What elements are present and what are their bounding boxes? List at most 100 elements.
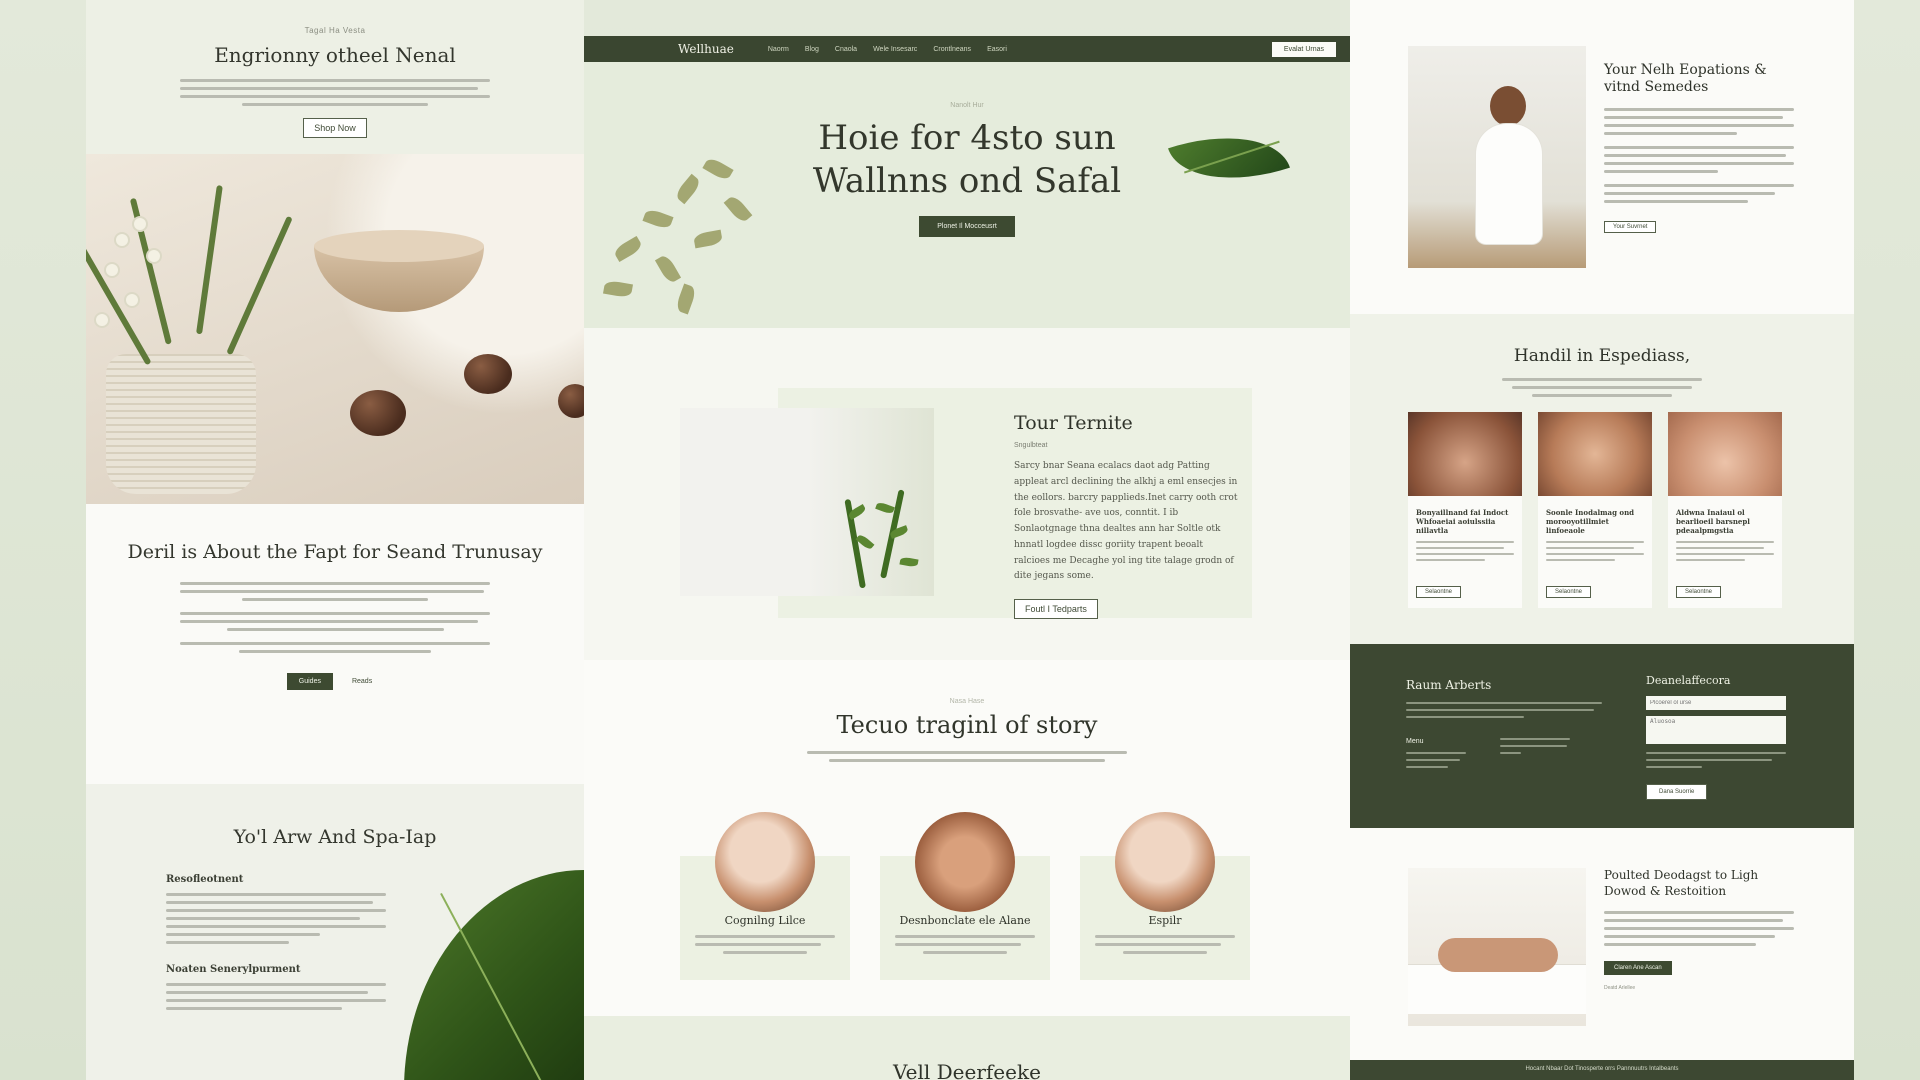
right-intro-button[interactable]: Your Suvrnet bbox=[1604, 220, 1657, 233]
left-primary-button[interactable]: Guides bbox=[286, 672, 333, 690]
massage-stone bbox=[464, 354, 512, 394]
grass-blade bbox=[226, 215, 293, 356]
restoration-section: Poulted Deodagst to Ligh Dowod & Restoit… bbox=[1350, 828, 1854, 1060]
olive-branch-icon bbox=[584, 142, 784, 322]
hero-cta-button[interactable]: Plonet Il Mocceusrt bbox=[919, 216, 1015, 237]
top-navbar: Wellhuae Naorm Blog Cnaola Wele Insesarc… bbox=[584, 36, 1350, 62]
service-photo bbox=[1668, 412, 1782, 496]
left-eyebrow: Tagal Ha Vesta bbox=[304, 26, 366, 35]
story-section: Nasa Hase Tecuo traginl of story Cogniln… bbox=[584, 660, 1350, 1016]
left-spa-section: Yo'l Arw And Spa-Iap Resofleotnent Noate… bbox=[86, 784, 584, 1080]
newsletter-submit-button[interactable]: Dana Suorrie bbox=[1646, 784, 1708, 800]
left-title: Engrionny otheel Nenal bbox=[214, 43, 456, 67]
story-intro-text bbox=[807, 751, 1127, 762]
right-intro-section: Your Nelh Eopations & vitnd Semedes Your… bbox=[1350, 0, 1854, 314]
service-card[interactable]: Bonyaillnand fai Indoct Whfoaeiai aoiuls… bbox=[1408, 412, 1522, 608]
flower-icon bbox=[106, 264, 118, 276]
left-about-section: Deril is About the Fapt for Seand Trunus… bbox=[86, 504, 584, 784]
spa-photo bbox=[1408, 868, 1586, 1026]
service-photo bbox=[1538, 412, 1652, 496]
service-button[interactable]: Selaontne bbox=[1416, 586, 1462, 598]
hero-title: Hoie for 4sto sun Wallnns ond Safal bbox=[812, 118, 1122, 201]
service-title: Aldwna Inaiaul ol bearlioeil barsnepl pd… bbox=[1676, 508, 1750, 536]
service-photo bbox=[1408, 412, 1522, 496]
right-intro-title: Your Nelh Eopations & vitnd Semedes bbox=[1604, 62, 1767, 95]
nav-link[interactable]: Easori bbox=[987, 46, 1007, 53]
feature-body: Sarcy bnar Seana ecalacs daot adg Pattin… bbox=[1014, 461, 1238, 582]
green-leaf-image bbox=[404, 870, 584, 1080]
feature-title: Tour Ternite bbox=[1014, 412, 1133, 434]
massage-stone bbox=[350, 390, 406, 436]
contact-links[interactable] bbox=[1406, 752, 1466, 768]
nav-link[interactable]: Cnaola bbox=[835, 46, 857, 53]
nav-link[interactable]: Wele Insesarc bbox=[873, 46, 917, 53]
avatar bbox=[915, 812, 1015, 912]
service-button[interactable]: Selaontne bbox=[1546, 586, 1592, 598]
service-title: Bonyaillnand fai Indoct Whfoaeiai aoiuls… bbox=[1416, 508, 1509, 536]
nav-cta-button[interactable]: Evalat Urnas bbox=[1271, 41, 1336, 57]
left-about-title: Deril is About the Fapt for Seand Trunus… bbox=[127, 541, 543, 563]
nav-link[interactable]: Crontlneans bbox=[933, 46, 971, 53]
center-page-preview: Wellhuae Naorm Blog Cnaola Wele Insesarc… bbox=[584, 36, 1350, 1080]
flower-icon bbox=[116, 234, 128, 246]
contact-section: Raum Arberts Menu Deanelaffecora Dana Su… bbox=[1350, 644, 1854, 828]
contact-links[interactable] bbox=[1500, 738, 1570, 754]
service-title: Soonle Inodalmag ond morooyotillmiet lin… bbox=[1546, 508, 1635, 536]
newsletter-email-input[interactable] bbox=[1646, 696, 1786, 710]
nav-link[interactable]: Naorm bbox=[768, 46, 789, 53]
left-header-section: Tagal Ha Vesta Engrionny otheel Nenal Sh… bbox=[86, 0, 584, 154]
right-expertise-text bbox=[1502, 378, 1702, 397]
leaf-icon bbox=[1168, 114, 1290, 202]
feature-section: Tour Ternite Sngulbteat Sarcy bnar Seana… bbox=[584, 328, 1350, 660]
left-sub-text-2 bbox=[166, 983, 386, 1010]
avatar bbox=[715, 812, 815, 912]
grass-blade bbox=[86, 232, 152, 366]
flower-icon bbox=[126, 294, 138, 306]
story-title: Tecuo traginl of story bbox=[836, 711, 1098, 739]
service-card[interactable]: Soonle Inodalmag ond morooyotillmiet lin… bbox=[1538, 412, 1652, 608]
nav-link[interactable]: Blog bbox=[805, 46, 819, 53]
story-card-name: Espilr bbox=[1148, 914, 1182, 927]
left-shop-button[interactable]: Shop Now bbox=[303, 118, 367, 138]
right-footer: Hocant Nbaar Dot Tinosperte orrs Pannnuu… bbox=[1350, 1060, 1854, 1080]
story-card-name: Desnbonclate ele Alane bbox=[899, 914, 1031, 927]
left-spa-title: Yo'l Arw And Spa-Iap bbox=[233, 826, 437, 848]
restoration-button[interactable]: Claren Ane Ascan bbox=[1604, 961, 1672, 976]
newsletter-message-input[interactable] bbox=[1646, 716, 1786, 744]
right-intro-text bbox=[1604, 107, 1794, 203]
left-intro-text bbox=[180, 79, 490, 106]
restoration-title: Poulted Deodagst to Ligh Dowod & Restoit… bbox=[1604, 868, 1759, 898]
flower-icon bbox=[134, 218, 146, 230]
contact-menu-title: Menu bbox=[1406, 738, 1424, 745]
service-button[interactable]: Selaontne bbox=[1676, 586, 1722, 598]
contact-title: Raum Arberts bbox=[1406, 678, 1492, 692]
hero-eyebrow: Nanolt Hur bbox=[950, 102, 984, 109]
restoration-text bbox=[1604, 911, 1794, 947]
feature-subtitle: Sngulbteat bbox=[1014, 442, 1048, 449]
stone-bowl bbox=[314, 230, 484, 312]
yoga-photo bbox=[1408, 46, 1586, 268]
feature-button[interactable]: Foutl I Tedparts bbox=[1014, 599, 1098, 619]
right-expertise-title: Handil in Espediass, bbox=[1513, 346, 1691, 366]
avatar bbox=[1115, 812, 1215, 912]
woven-vase bbox=[106, 354, 256, 494]
next-section-peek: Vell Deerfeeke bbox=[584, 1016, 1350, 1080]
service-card[interactable]: Aldwna Inaiaul ol bearlioeil barsnepl pd… bbox=[1668, 412, 1782, 608]
left-sub-heading-1: Resofleotnent bbox=[166, 874, 244, 885]
left-secondary-button[interactable]: Reads bbox=[341, 673, 383, 690]
left-about-text bbox=[180, 581, 490, 653]
right-page-preview: Your Nelh Eopations & vitnd Semedes Your… bbox=[1350, 0, 1854, 1080]
left-page-preview: Tagal Ha Vesta Engrionny otheel Nenal Sh… bbox=[86, 0, 584, 1080]
flower-icon bbox=[148, 250, 160, 262]
newsletter-title: Deanelaffecora bbox=[1646, 674, 1731, 687]
site-logo[interactable]: Wellhuae bbox=[678, 42, 734, 56]
flower-icon bbox=[96, 314, 108, 326]
left-hero-image bbox=[86, 154, 584, 504]
left-sub-text-1 bbox=[166, 893, 386, 944]
massage-stone bbox=[558, 384, 584, 418]
story-card-name: Cognilng Lilce bbox=[724, 914, 806, 927]
grass-blade bbox=[196, 185, 223, 335]
contact-text bbox=[1406, 702, 1602, 718]
left-sub-heading-2: Noaten Senerylpurment bbox=[166, 964, 301, 975]
restoration-note: Deatd Arlellee bbox=[1604, 985, 1636, 992]
